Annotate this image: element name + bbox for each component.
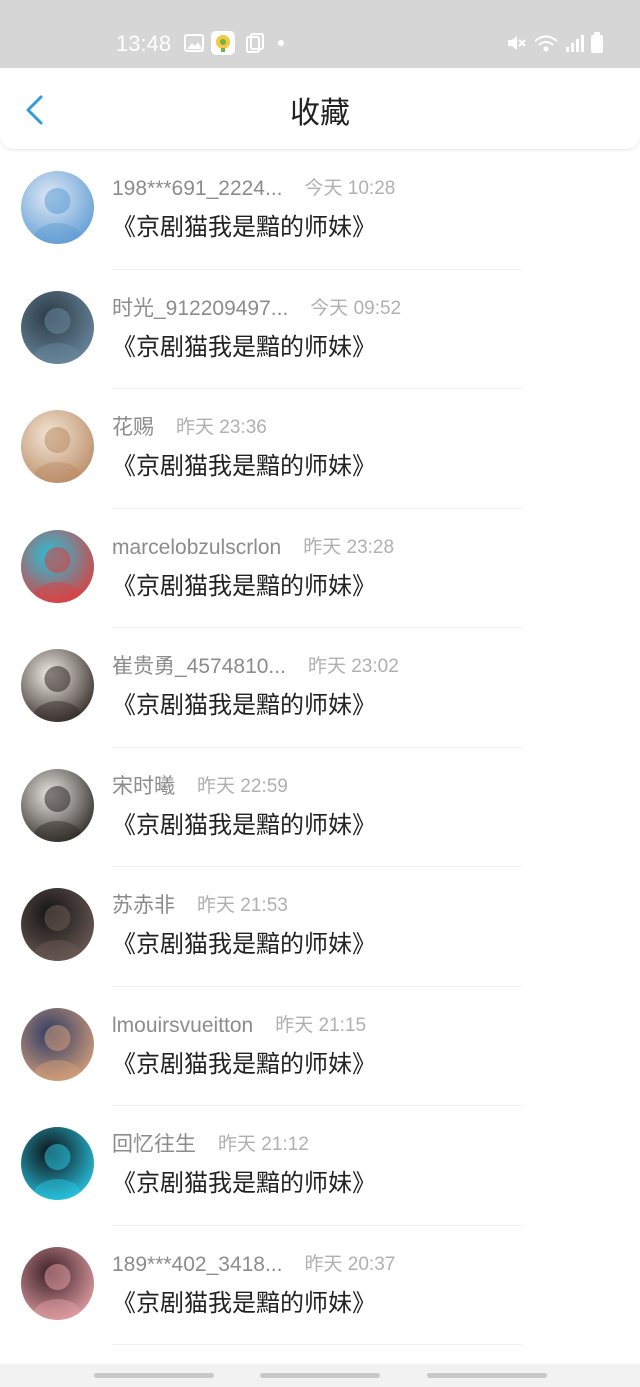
favorite-title[interactable]: 《京剧猫我是黯的师妹》 xyxy=(112,1047,376,1081)
timestamp: 昨天 23:02 xyxy=(307,656,399,677)
list-item[interactable]: 198***691_2224... 今天 10:28 《京剧猫我是黯的师妹》 xyxy=(0,150,640,270)
item-meta: 花赐 昨天 23:36 xyxy=(112,413,267,443)
timestamp: 今天 09:52 xyxy=(310,297,402,319)
list-item[interactable]: 宋时曦 昨天 22:59 《京剧猫我是黯的师妹》 xyxy=(0,748,640,867)
avatar[interactable] xyxy=(21,768,94,842)
favorite-title[interactable]: 《京剧猫我是黯的师妹》 xyxy=(112,688,376,722)
item-meta: lmouirsvueitton 昨天 21:15 xyxy=(112,1011,366,1041)
signal-icon xyxy=(566,35,584,52)
app-notification-icon xyxy=(211,31,235,55)
username[interactable]: 189***402_3418... xyxy=(112,1250,283,1280)
list-item[interactable]: 时光_912209497... 今天 09:52 《京剧猫我是黯的师妹》 xyxy=(0,270,640,389)
timestamp: 昨天 20:37 xyxy=(304,1253,396,1275)
avatar[interactable] xyxy=(21,290,94,364)
username[interactable]: lmouirsvueitton xyxy=(112,1011,253,1041)
username[interactable]: marcelobzulscrlon xyxy=(112,533,281,563)
avatar[interactable] xyxy=(21,888,94,961)
header: 收藏 xyxy=(0,68,640,150)
timestamp: 昨天 21:15 xyxy=(275,1014,367,1036)
list-item[interactable]: lmouirsvueitton 昨天 21:15 《京剧猫我是黯的师妹》 xyxy=(0,987,640,1106)
divider xyxy=(112,1344,522,1345)
nav-recent-button[interactable] xyxy=(94,1373,214,1378)
mute-icon xyxy=(508,36,526,50)
timestamp: 昨天 22:59 xyxy=(197,775,288,797)
timestamp: 昨天 21:53 xyxy=(197,895,288,916)
username[interactable]: 花赐 xyxy=(112,413,154,443)
favorite-title[interactable]: 《京剧猫我是黯的师妹》 xyxy=(112,1286,376,1320)
username[interactable]: 崔贵勇_4574810... xyxy=(112,652,286,682)
favorites-list: 198***691_2224... 今天 10:28 《京剧猫我是黯的师妹》 时光_9… xyxy=(0,150,640,1345)
status-bar: 13:48 xyxy=(0,0,640,68)
favorite-title[interactable]: 《京剧猫我是黯的师妹》 xyxy=(112,927,376,961)
username[interactable]: 苏赤非 xyxy=(112,891,175,921)
dot-icon xyxy=(278,40,284,46)
item-meta: 198***691_2224... 今天 10:28 xyxy=(112,174,395,204)
battery-icon xyxy=(591,32,603,53)
item-meta: 189***402_3418... 昨天 20:37 xyxy=(112,1250,395,1280)
avatar[interactable] xyxy=(21,1127,94,1200)
status-time: 13:48 xyxy=(116,31,172,56)
wifi-icon xyxy=(534,35,558,52)
avatar[interactable] xyxy=(21,410,94,483)
list-item[interactable]: 花赐 昨天 23:36 《京剧猫我是黯的师妹》 xyxy=(0,389,640,509)
avatar[interactable] xyxy=(21,1007,94,1081)
favorite-title[interactable]: 《京剧猫我是黯的师妹》 xyxy=(112,569,376,603)
nav-back-button[interactable] xyxy=(427,1373,547,1378)
favorite-title[interactable]: 《京剧猫我是黯的师妹》 xyxy=(112,808,376,842)
username[interactable]: 宋时曦 xyxy=(112,772,175,802)
avatar[interactable] xyxy=(21,1246,94,1320)
timestamp: 昨天 21:12 xyxy=(218,1134,309,1155)
avatar[interactable] xyxy=(21,171,94,244)
timestamp: 昨天 23:36 xyxy=(176,417,267,438)
list-item[interactable]: 回忆往生 昨天 21:12 《京剧猫我是黯的师妹》 xyxy=(0,1106,640,1226)
username[interactable]: 回忆往生 xyxy=(112,1130,196,1160)
item-meta: 时光_912209497... 今天 09:52 xyxy=(112,294,401,324)
nav-home-button[interactable] xyxy=(260,1373,380,1378)
gallery-icon xyxy=(184,34,204,52)
timestamp: 今天 10:28 xyxy=(304,178,396,199)
avatar[interactable] xyxy=(21,649,94,722)
page-title: 收藏 xyxy=(290,96,350,131)
item-meta: 宋时曦 昨天 22:59 xyxy=(112,772,288,802)
avatar[interactable] xyxy=(21,529,94,603)
username[interactable]: 198***691_2224... xyxy=(112,174,283,204)
list-item[interactable]: marcelobzulscrlon 昨天 23:28 《京剧猫我是黯的师妹》 xyxy=(0,509,640,628)
copy-icon xyxy=(246,33,264,53)
username[interactable]: 时光_912209497... xyxy=(112,294,288,324)
favorite-title[interactable]: 《京剧猫我是黯的师妹》 xyxy=(112,449,376,483)
item-meta: 苏赤非 昨天 21:53 xyxy=(112,891,288,921)
favorite-title[interactable]: 《京剧猫我是黯的师妹》 xyxy=(112,330,376,364)
list-item[interactable]: 崔贵勇_4574810... 昨天 23:02 《京剧猫我是黯的师妹》 xyxy=(0,628,640,748)
navigation-bar xyxy=(0,1364,640,1387)
list-item[interactable]: 苏赤非 昨天 21:53 《京剧猫我是黯的师妹》 xyxy=(0,867,640,987)
item-meta: marcelobzulscrlon 昨天 23:28 xyxy=(112,533,394,563)
list-item[interactable]: 189***402_3418... 昨天 20:37 《京剧猫我是黯的师妹》 xyxy=(0,1226,640,1345)
favorite-title[interactable]: 《京剧猫我是黯的师妹》 xyxy=(112,1166,376,1200)
timestamp: 昨天 23:28 xyxy=(303,536,395,558)
favorite-title[interactable]: 《京剧猫我是黯的师妹》 xyxy=(112,210,376,244)
item-meta: 回忆往生 昨天 21:12 xyxy=(112,1130,309,1160)
item-meta: 崔贵勇_4574810... 昨天 23:02 xyxy=(112,652,399,682)
